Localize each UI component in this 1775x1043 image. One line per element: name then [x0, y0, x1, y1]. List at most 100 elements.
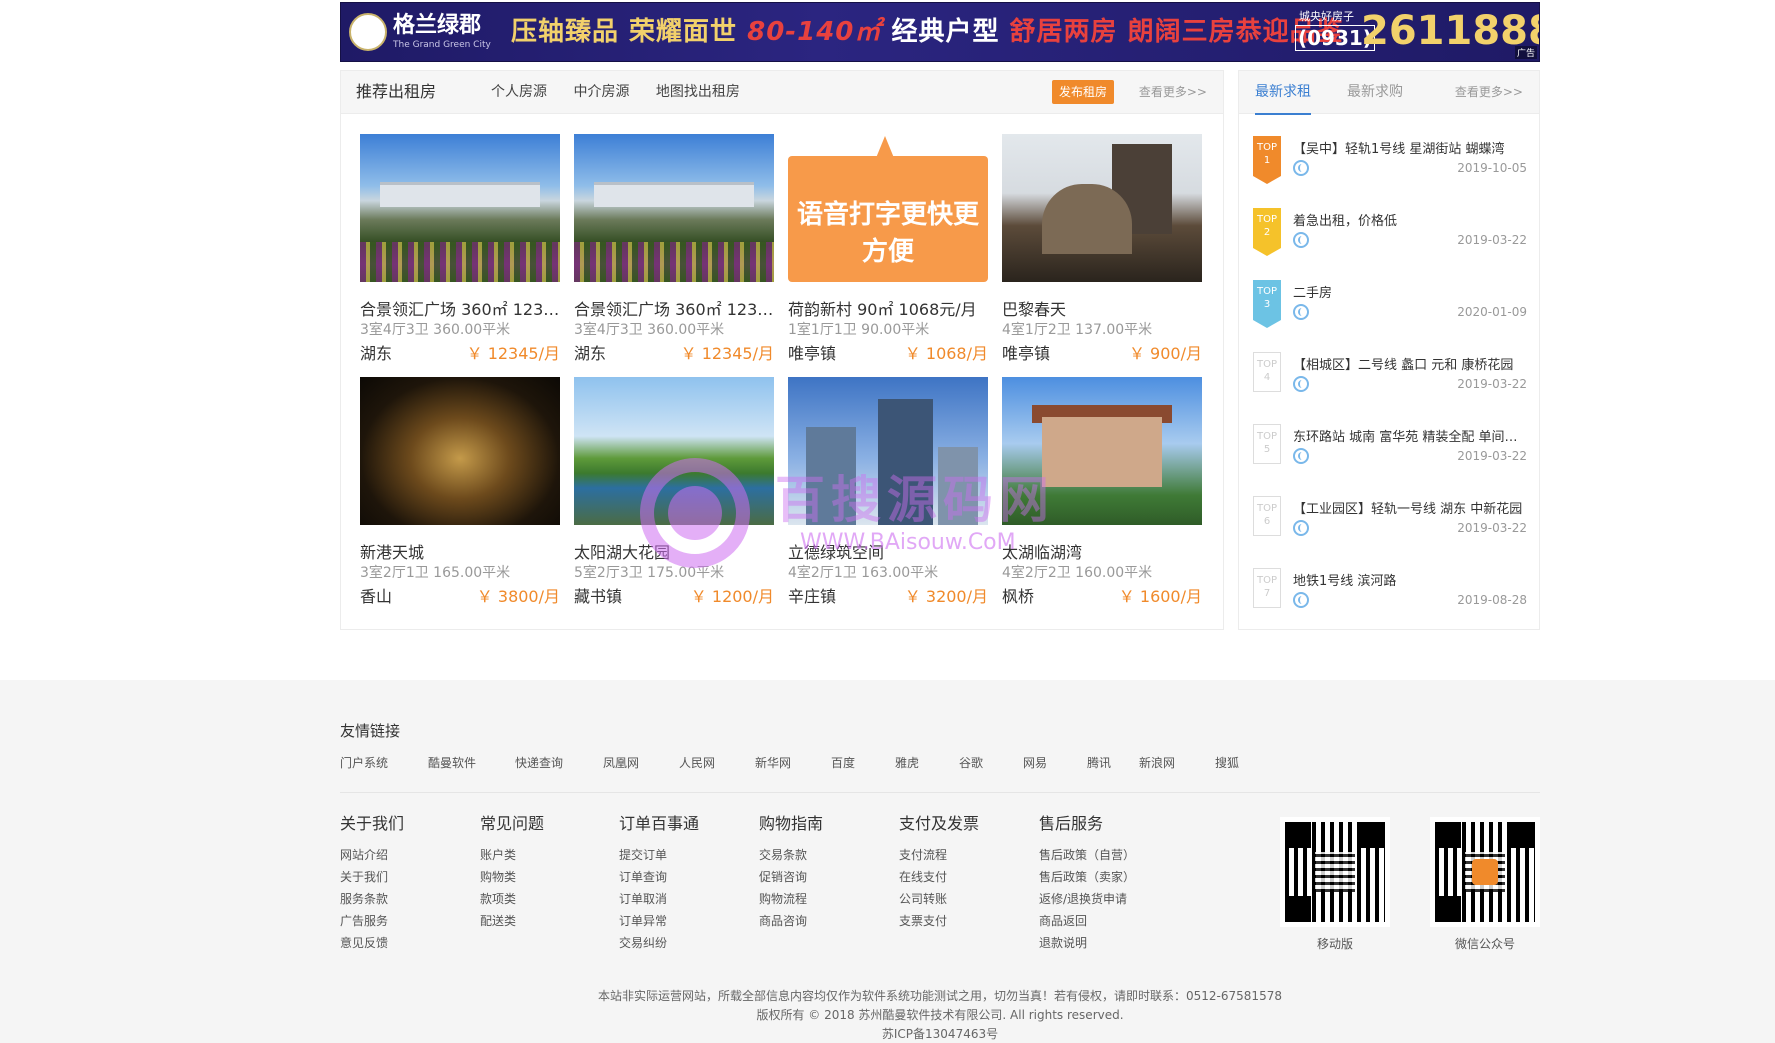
footer-link[interactable]: 交易纠纷 [619, 932, 749, 954]
footer-link[interactable]: 在线支付 [899, 866, 1029, 888]
rental-card[interactable]: 太湖临湖湾 4室2厅2卫 160.00平米 枫桥 ￥ 1600/月 [1002, 377, 1202, 612]
rental-panel-title: 推荐出租房 [356, 82, 437, 101]
contact-icon [1293, 448, 1309, 464]
listing-name[interactable]: 新港天城 [360, 539, 560, 563]
footer-link[interactable]: 购物流程 [759, 888, 889, 910]
footer-link[interactable]: 商品咨询 [759, 910, 889, 932]
footer-link[interactable]: 订单异常 [619, 910, 749, 932]
listing-name[interactable]: 合景领汇广场 360㎡ 12345元/月 [574, 296, 774, 320]
footer-link[interactable]: 公司转账 [899, 888, 1029, 910]
request-title[interactable]: 【工业园区】轻轨一号线 湖东 中新花园 [1293, 498, 1527, 517]
footer-icp[interactable]: 苏ICP备13047463号 [340, 1025, 1540, 1042]
nav-map-search[interactable]: 地图找出租房 [656, 84, 740, 100]
request-title[interactable]: 二手房 [1293, 282, 1527, 301]
listing-photo[interactable] [360, 134, 560, 282]
friend-link[interactable]: 凤凰网 [603, 754, 679, 771]
listing-name[interactable]: 太阳湖大花园 [574, 539, 774, 563]
footer-link[interactable]: 支票支付 [899, 910, 1029, 932]
friend-link[interactable]: 雅虎 [895, 754, 959, 771]
rental-card[interactable]: 语音打字更快更方便 荷韵新村 90㎡ 1068元/月 1室1厅1卫 90.00平… [788, 134, 988, 369]
nav-personal-listings[interactable]: 个人房源 [491, 84, 547, 100]
listing-area: 唯亭镇 [788, 344, 837, 363]
rental-card[interactable]: 合景领汇广场 360㎡ 12345元/月 3室4厅3卫 360.00平米 湖东 … [360, 134, 560, 369]
friend-link[interactable]: 腾讯 [1087, 754, 1139, 771]
footer-link[interactable]: 提交订单 [619, 844, 749, 866]
nav-agent-listings[interactable]: 中介房源 [573, 84, 629, 100]
footer-link[interactable]: 交易条款 [759, 844, 889, 866]
friend-link[interactable]: 人民网 [679, 754, 755, 771]
qr-wechat[interactable]: 微信公众号 [1430, 817, 1540, 951]
friend-link[interactable]: 新浪网 [1139, 754, 1215, 771]
request-item[interactable]: TOP 7 地铁1号线 滨河路 2019-08-28 [1253, 568, 1527, 628]
footer-link[interactable]: 购物类 [480, 866, 610, 888]
listing-photo[interactable] [1002, 377, 1202, 525]
request-item[interactable]: TOP 2 着急出租，价格低 2019-03-22 [1253, 208, 1527, 268]
friend-link[interactable]: 百度 [831, 754, 895, 771]
tab-latest-buy[interactable]: 最新求购 [1347, 71, 1403, 113]
request-item[interactable]: TOP 4 【相城区】二号线 蠡口 元和 康桥花园 2019-03-22 [1253, 352, 1527, 412]
qr-mobile[interactable]: 移动版 [1280, 817, 1390, 951]
request-item[interactable]: TOP 1 【吴中】轻轨1号线 星湖街站 蝴蝶湾 2019-10-05 [1253, 136, 1527, 196]
listing-name[interactable]: 巴黎春天 [1002, 296, 1202, 320]
request-item[interactable]: TOP 6 【工业园区】轻轨一号线 湖东 中新花园 2019-03-22 [1253, 496, 1527, 556]
listing-name[interactable]: 合景领汇广场 360㎡ 12345元/月 [360, 296, 560, 320]
request-item[interactable]: TOP 3 二手房 2020-01-09 [1253, 280, 1527, 340]
friend-link[interactable]: 新华网 [755, 754, 831, 771]
footer-link[interactable]: 广告服务 [340, 910, 470, 932]
footer-link[interactable]: 商品返回 [1039, 910, 1199, 932]
listing-photo[interactable] [1002, 134, 1202, 282]
request-title[interactable]: 【吴中】轻轨1号线 星湖街站 蝴蝶湾 [1293, 138, 1527, 157]
request-title[interactable]: 东环路站 城南 富华苑 精装全配 单间出租 [1293, 426, 1527, 445]
rental-card[interactable]: 巴黎春天 4室1厅2卫 137.00平米 唯亭镇 ￥ 900/月 [1002, 134, 1202, 369]
footer-link[interactable]: 促销咨询 [759, 866, 889, 888]
request-title[interactable]: 【相城区】二号线 蠡口 元和 康桥花园 [1293, 354, 1527, 373]
friend-link[interactable]: 酷曼软件 [428, 754, 515, 771]
footer-column-aftersales: 售后服务 售后政策（自营） 售后政策（卖家） 返修/退换货申请 商品返回 退款说… [1039, 810, 1199, 954]
listing-name[interactable]: 荷韵新村 90㎡ 1068元/月 [788, 296, 988, 320]
footer-link[interactable]: 意见反馈 [340, 932, 470, 954]
listing-photo[interactable] [360, 377, 560, 525]
rental-panel-header: 推荐出租房 个人房源 中介房源 地图找出租房 发布租房 查看更多>> [341, 71, 1223, 114]
request-title[interactable]: 地铁1号线 滨河路 [1293, 570, 1527, 589]
friend-link[interactable]: 网易 [1023, 754, 1087, 771]
listing-photo[interactable] [574, 134, 774, 282]
rank-badge: TOP 4 [1253, 352, 1281, 392]
footer-link[interactable]: 售后政策（卖家） [1039, 866, 1199, 888]
friend-link[interactable]: 搜狐 [1215, 754, 1267, 771]
footer-link[interactable]: 支付流程 [899, 844, 1029, 866]
rental-card[interactable]: 新港天城 3室2厅1卫 165.00平米 香山 ￥ 3800/月 [360, 377, 560, 612]
requests-more-link[interactable]: 查看更多>> [1455, 71, 1523, 113]
friend-link[interactable]: 谷歌 [959, 754, 1023, 771]
footer-link[interactable]: 网站介绍 [340, 844, 470, 866]
footer-link[interactable]: 订单查询 [619, 866, 749, 888]
friend-link[interactable]: 快递查询 [515, 754, 603, 771]
publish-rental-button[interactable]: 发布租房 [1052, 80, 1115, 104]
request-item[interactable]: TOP 5 东环路站 城南 富华苑 精装全配 单间出租 2019-03-22 [1253, 424, 1527, 484]
rental-card[interactable]: 太阳湖大花园 5室2厅3卫 175.00平米 藏书镇 ￥ 1200/月 [574, 377, 774, 612]
request-title[interactable]: 着急出租，价格低 [1293, 210, 1527, 229]
ad-banner[interactable]: 格兰绿郡 The Grand Green City 压轴臻品 荣耀面世 80-1… [340, 2, 1540, 62]
listing-name[interactable]: 立德绿筑空间 [788, 539, 988, 563]
listing-price: ￥ 1600/月 [1118, 587, 1202, 606]
footer-link[interactable]: 售后政策（自营） [1039, 844, 1199, 866]
rental-card[interactable]: 立德绿筑空间 4室2厅1卫 163.00平米 辛庄镇 ￥ 3200/月 [788, 377, 988, 612]
footer-link[interactable]: 返修/退换货申请 [1039, 888, 1199, 910]
rental-more-link[interactable]: 查看更多>> [1139, 71, 1207, 113]
listing-area: 香山 [360, 587, 393, 606]
listing-photo[interactable]: 语音打字更快更方便 [788, 134, 988, 282]
listing-photo[interactable] [574, 377, 774, 525]
footer-link[interactable]: 服务条款 [340, 888, 470, 910]
tab-latest-rent[interactable]: 最新求租 [1255, 71, 1311, 115]
footer-link[interactable]: 订单取消 [619, 888, 749, 910]
footer-link[interactable]: 配送类 [480, 910, 610, 932]
listing-area: 辛庄镇 [788, 587, 837, 606]
listing-photo[interactable] [788, 377, 988, 525]
footer-link[interactable]: 退款说明 [1039, 932, 1199, 954]
footer-link[interactable]: 账户类 [480, 844, 610, 866]
listing-spec: 4室2厅1卫 163.00平米 [788, 565, 939, 581]
listing-name[interactable]: 太湖临湖湾 [1002, 539, 1202, 563]
rental-card[interactable]: 合景领汇广场 360㎡ 12345元/月 3室4厅3卫 360.00平米 湖东 … [574, 134, 774, 369]
footer-link[interactable]: 关于我们 [340, 866, 470, 888]
friend-link[interactable]: 门户系统 [340, 754, 428, 771]
footer-link[interactable]: 款项类 [480, 888, 610, 910]
